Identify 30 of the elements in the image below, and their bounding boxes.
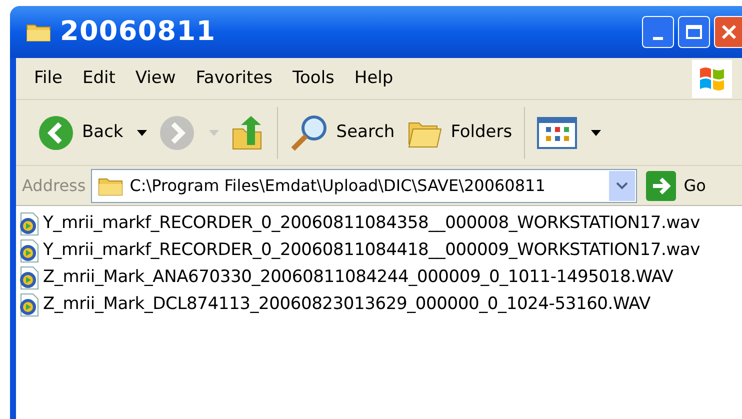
caret-icon	[591, 130, 602, 136]
address-label: Address	[22, 174, 86, 196]
caret-icon	[137, 130, 148, 136]
views-icon	[537, 116, 578, 148]
search-button[interactable]: Search	[284, 108, 401, 158]
close-button[interactable]	[714, 16, 742, 48]
go-button[interactable]: Go	[642, 170, 706, 200]
file-item[interactable]: Y_mrii_markf_RECORDER_0_20060811084418__000009_WORKSTATION17.wav	[18, 237, 742, 264]
minimize-button[interactable]	[642, 16, 674, 48]
menu-item[interactable]: Edit	[82, 66, 116, 92]
windows-logo-icon	[692, 60, 732, 98]
file-item[interactable]: Z_mrii_Mark_ANA670330_20060811084244_000009_0_1011-1495018.WAV	[18, 264, 742, 291]
search-icon	[290, 114, 328, 152]
window-title: 20060811	[60, 14, 216, 49]
file-item[interactable]: Y_mrii_markf_RECORDER_0_20060811084358__000008_WORKSTATION17.wav	[18, 210, 742, 237]
menu-item[interactable]: Help	[354, 66, 394, 92]
caret-icon	[209, 130, 220, 136]
maximize-button[interactable]	[678, 16, 710, 48]
chevron-down-icon	[616, 182, 628, 190]
menu-item[interactable]: File	[34, 66, 62, 92]
menu-item[interactable]: Tools	[292, 66, 334, 92]
file-item[interactable]: Z_mrii_Mark_DCL874113_20060823013629_000000_0_1024-53160.WAV	[18, 291, 742, 318]
folders-button[interactable]: Folders	[400, 108, 518, 158]
address-value: C:\Program Files\Emdat\Upload\DIC\SAVE\20060811	[130, 174, 546, 196]
address-field[interactable]: C:\Program Files\Emdat\Upload\DIC\SAVE\20060811	[90, 168, 637, 202]
menu-item[interactable]: View	[135, 66, 176, 92]
close-icon	[720, 24, 736, 40]
menu-item[interactable]: Favorites	[196, 66, 273, 92]
back-button[interactable]: Back	[32, 108, 154, 158]
dropdown-button[interactable]	[608, 170, 635, 200]
